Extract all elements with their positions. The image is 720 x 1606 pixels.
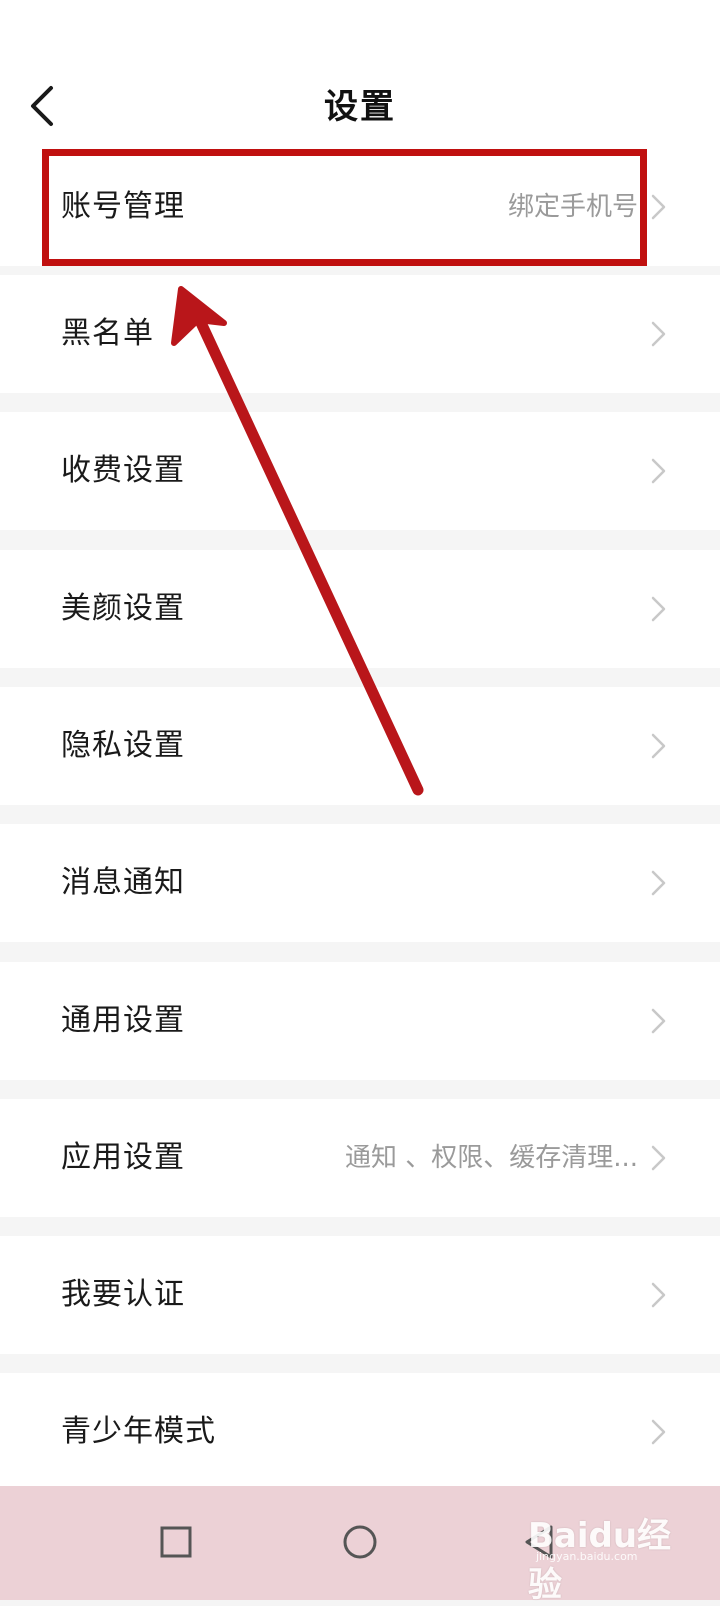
chevron-right-icon — [651, 321, 666, 347]
settings-item-notifications[interactable]: 消息通知 — [0, 824, 720, 942]
settings-item-label: 隐私设置 — [61, 728, 185, 763]
chevron-right-icon — [651, 194, 666, 220]
settings-item-beauty[interactable]: 美颜设置 — [0, 550, 720, 668]
chevron-right-icon — [651, 733, 666, 759]
baidu-watermark: Baidu经验 jingyan.baidu.com — [528, 1500, 698, 1605]
chevron-right-icon — [651, 458, 666, 484]
settings-item-fees[interactable]: 收费设置 — [0, 412, 720, 530]
square-icon — [160, 1526, 192, 1558]
status-bar — [0, 0, 720, 60]
page-title: 设置 — [324, 87, 396, 127]
settings-item-value: 通知 、权限、缓存清理... — [344, 1143, 638, 1173]
settings-item-teen-mode[interactable]: 青少年模式 — [0, 1373, 720, 1491]
settings-item-verification[interactable]: 我要认证 — [0, 1236, 720, 1354]
watermark-site: jingyan.baidu.com — [536, 1550, 638, 1563]
settings-item-account[interactable]: 账号管理 绑定手机号 — [0, 148, 720, 266]
settings-item-general[interactable]: 通用设置 — [0, 962, 720, 1080]
settings-item-label: 美颜设置 — [61, 591, 185, 626]
settings-item-privacy[interactable]: 隐私设置 — [0, 687, 720, 805]
chevron-right-icon — [651, 596, 666, 622]
settings-item-label: 青少年模式 — [61, 1414, 216, 1449]
settings-item-label: 黑名单 — [61, 316, 154, 351]
settings-item-label: 我要认证 — [61, 1277, 185, 1312]
settings-item-label: 消息通知 — [61, 865, 185, 900]
settings-item-label: 账号管理 — [61, 189, 185, 224]
settings-item-blacklist[interactable]: 黑名单 — [0, 275, 720, 393]
chevron-right-icon — [651, 1419, 666, 1445]
chevron-right-icon — [651, 870, 666, 896]
chevron-right-icon — [651, 1008, 666, 1034]
settings-item-label: 应用设置 — [61, 1140, 185, 1175]
settings-item-label: 通用设置 — [61, 1003, 185, 1038]
settings-item-app[interactable]: 应用设置 通知 、权限、缓存清理... — [0, 1099, 720, 1217]
page-header: 设置 — [0, 60, 720, 154]
recent-apps-button[interactable] — [144, 1510, 208, 1574]
settings-item-label: 收费设置 — [61, 453, 185, 488]
home-button[interactable] — [328, 1510, 392, 1574]
circle-icon — [343, 1525, 377, 1559]
chevron-right-icon — [651, 1282, 666, 1308]
settings-item-value: 绑定手机号 — [507, 192, 638, 222]
chevron-right-icon — [651, 1145, 666, 1171]
